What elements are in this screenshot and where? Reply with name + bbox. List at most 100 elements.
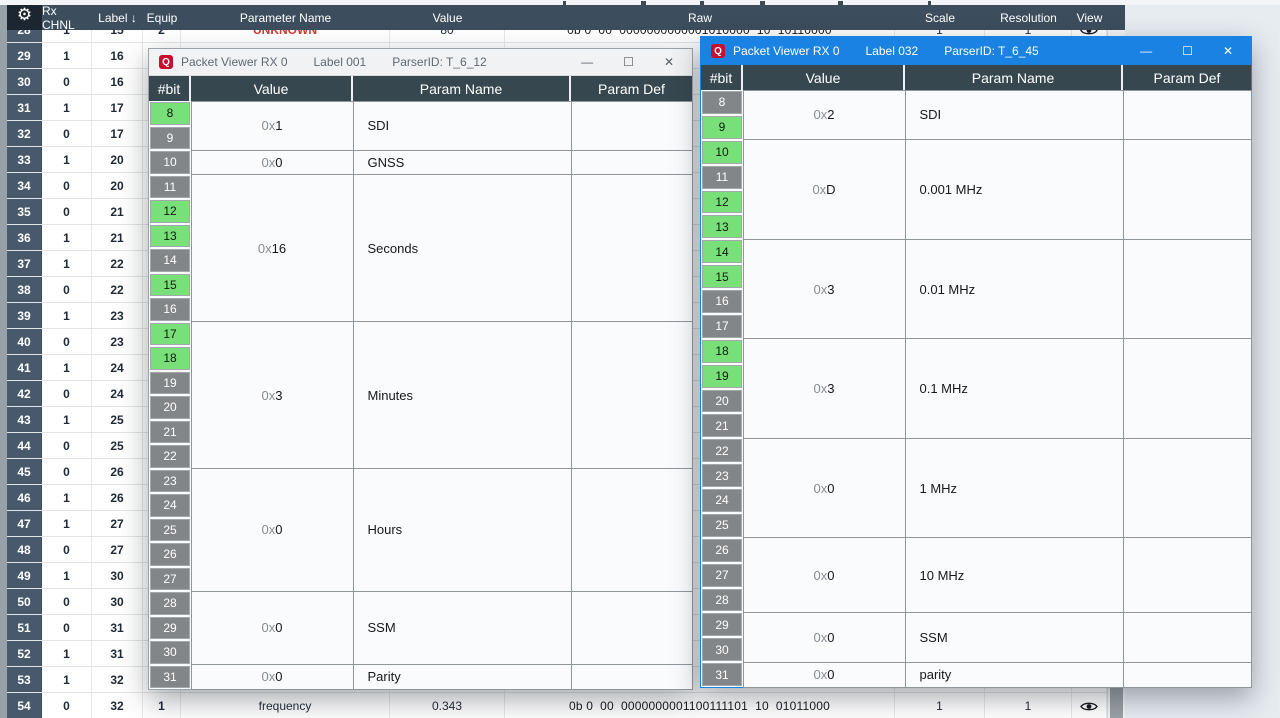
maximize-button[interactable]: ☐ <box>623 56 634 68</box>
hex-digits: 0 <box>275 620 283 636</box>
cell-label: 25 <box>92 433 143 458</box>
row-number: 43 <box>7 407 42 432</box>
cell-rx-chnl: 1 <box>42 147 92 172</box>
minimize-button[interactable]: — <box>1140 45 1152 57</box>
titlebar[interactable]: Q Packet Viewer RX 0 Label 001 ParserID:… <box>149 49 692 76</box>
group-value: 0x 0 <box>742 437 906 539</box>
group-param-name: Minutes <box>352 321 572 469</box>
group-param-name: SSM <box>904 611 1124 663</box>
view-eye-icon[interactable] <box>1072 693 1107 718</box>
cell-label: 22 <box>92 277 143 302</box>
minimize-button[interactable]: — <box>581 56 593 68</box>
table-row[interactable]: 54 0 32 1 frequency 0.343 0b 0 00 000000000110… <box>7 693 1107 718</box>
close-button[interactable]: ✕ <box>664 56 674 68</box>
clipped-glyph <box>838 1 843 5</box>
group-value: 0x 0 <box>742 611 906 663</box>
bit-cell-21: 21 <box>150 420 190 443</box>
app-logo-icon: Q <box>159 55 173 69</box>
bit-cell-31: 31 <box>150 665 190 688</box>
group-value: 0x 2 <box>742 89 906 141</box>
group-value: 0x 0 <box>742 661 906 688</box>
close-button[interactable]: ✕ <box>1223 45 1233 57</box>
window-title: Packet Viewer RX 0 <box>733 44 840 58</box>
clipped-glyph <box>641 1 646 5</box>
column-header-resolution[interactable]: Resolution <box>985 5 1072 30</box>
bit-cell-8: 8 <box>150 102 190 125</box>
hex-prefix: 0x <box>813 667 828 683</box>
bit-cell-29: 29 <box>702 613 742 637</box>
column-header-value[interactable]: Value <box>743 65 905 90</box>
cell-parameter-name: frequency <box>181 693 390 718</box>
titlebar[interactable]: Q Packet Viewer RX 0 Label 032 ParserID:… <box>701 37 1251 65</box>
group-param-def <box>570 149 693 175</box>
column-header-equip[interactable]: Equip <box>143 5 181 30</box>
maximize-button[interactable]: ☐ <box>1182 45 1193 57</box>
bit-cell-18: 18 <box>702 339 742 363</box>
group-param-name: 0.1 MHz <box>904 338 1124 439</box>
bit-cell-27: 27 <box>150 567 190 590</box>
hex-prefix: 0x <box>261 522 276 538</box>
bit-cell-14: 14 <box>702 240 742 264</box>
row-number: 53 <box>7 667 42 692</box>
column-header-scale[interactable]: Scale <box>895 5 985 30</box>
cell-equip: 2 <box>143 30 181 42</box>
bit-cell-19: 19 <box>150 371 190 394</box>
column-header-param-name[interactable]: Param Name <box>353 76 571 101</box>
bit-cell-22: 22 <box>702 439 742 463</box>
cell-resolution: 1 <box>985 693 1072 718</box>
column-header-parameter-name[interactable]: Parameter Name <box>181 5 390 30</box>
bit-cell-18: 18 <box>150 347 190 370</box>
cell-parameter-name: UNKNOWN <box>181 30 390 42</box>
cell-label: 32 <box>92 693 143 718</box>
window-title: Packet Viewer RX 0 <box>181 55 288 69</box>
column-header-bit[interactable]: #bit <box>149 76 191 101</box>
hex-prefix: 0x <box>813 480 828 496</box>
cell-rx-chnl: 0 <box>42 615 92 640</box>
cell-rx-chnl: 1 <box>42 43 92 68</box>
column-header-param-def[interactable]: Param Def <box>1123 65 1251 90</box>
row-number: 32 <box>7 121 42 146</box>
column-header-value[interactable]: Value <box>191 76 353 101</box>
bit-cell-25: 25 <box>150 518 190 541</box>
hex-digits: 3 <box>827 381 835 396</box>
column-header-view[interactable]: View <box>1072 5 1107 30</box>
bit-cell-31: 31 <box>702 663 742 686</box>
row-number: 35 <box>7 199 42 224</box>
group-value: 0x 3 <box>190 321 354 469</box>
app-logo-icon: Q <box>711 44 725 58</box>
hex-digits: 0 <box>827 480 835 496</box>
group-param-def <box>570 468 693 592</box>
cell-label: 21 <box>92 199 143 224</box>
bit-cell-10: 10 <box>702 140 742 164</box>
cell-label: 31 <box>92 641 143 666</box>
cell-rx-chnl: 0 <box>42 433 92 458</box>
cell-rx-chnl: 1 <box>42 667 92 692</box>
cell-rx-chnl: 1 <box>42 303 92 328</box>
row-number: 30 <box>7 69 42 94</box>
row-number: 54 <box>7 693 42 718</box>
column-header-param-def[interactable]: Param Def <box>571 76 692 101</box>
scrollbar-thumb[interactable] <box>1110 684 1123 718</box>
bit-cell-23: 23 <box>702 464 742 487</box>
hex-prefix: 0x <box>261 154 276 170</box>
row-number: 52 <box>7 641 42 666</box>
bit-cell-28: 28 <box>150 592 190 615</box>
cell-scale: 1 <box>895 693 985 718</box>
bit-cell-20: 20 <box>702 389 742 413</box>
column-header-param-name[interactable]: Param Name <box>905 65 1123 90</box>
cell-rx-chnl: 0 <box>42 121 92 146</box>
cell-label: 21 <box>92 225 143 250</box>
column-header-rx-chnl[interactable]: Rx CHNL <box>42 4 92 32</box>
group-param-name: 0.01 MHz <box>904 238 1124 340</box>
group-param-def <box>1122 611 1252 663</box>
cell-rx-chnl: 0 <box>42 173 92 198</box>
cell-rx-chnl: 1 <box>42 355 92 380</box>
row-number: 42 <box>7 381 42 406</box>
column-header-label[interactable]: Label ↓ <box>92 5 143 30</box>
clipped-glyph <box>700 1 704 5</box>
bit-cell-28: 28 <box>702 588 742 612</box>
column-header-bit[interactable]: #bit <box>701 65 743 90</box>
group-value: 0x 0 <box>742 537 906 613</box>
column-header-value[interactable]: Value <box>390 5 505 30</box>
column-header-raw[interactable]: Raw <box>505 5 895 30</box>
